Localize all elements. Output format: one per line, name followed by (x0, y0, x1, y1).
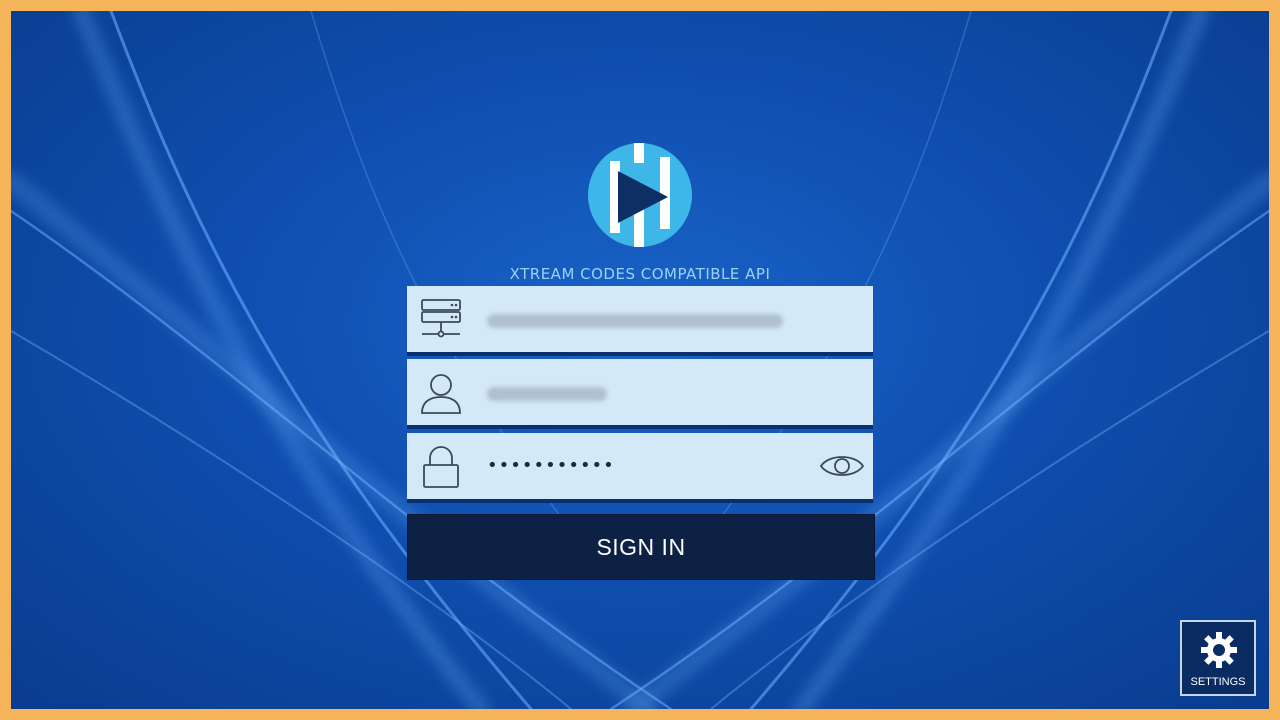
settings-label: SETTINGS (1190, 676, 1246, 688)
app-screen: XTREAM CODES COMPATIBLE API ••••••••••• … (11, 11, 1269, 709)
lock-icon (423, 446, 459, 488)
password-value: ••••••••••• (487, 455, 615, 476)
sign-in-button[interactable]: SIGN IN (407, 514, 875, 580)
app-logo-icon (588, 143, 692, 247)
redacted-username (487, 387, 607, 401)
password-field[interactable]: ••••••••••• (407, 433, 873, 503)
server-icon (421, 299, 461, 338)
redacted-server-url (487, 314, 783, 328)
gear-icon (1201, 632, 1237, 668)
eye-icon[interactable] (819, 449, 865, 483)
api-title: XTREAM CODES COMPATIBLE API (509, 265, 771, 283)
user-icon (421, 374, 461, 414)
username-field[interactable] (407, 359, 873, 429)
server-url-field[interactable] (407, 286, 873, 356)
settings-button[interactable]: SETTINGS (1180, 620, 1256, 696)
